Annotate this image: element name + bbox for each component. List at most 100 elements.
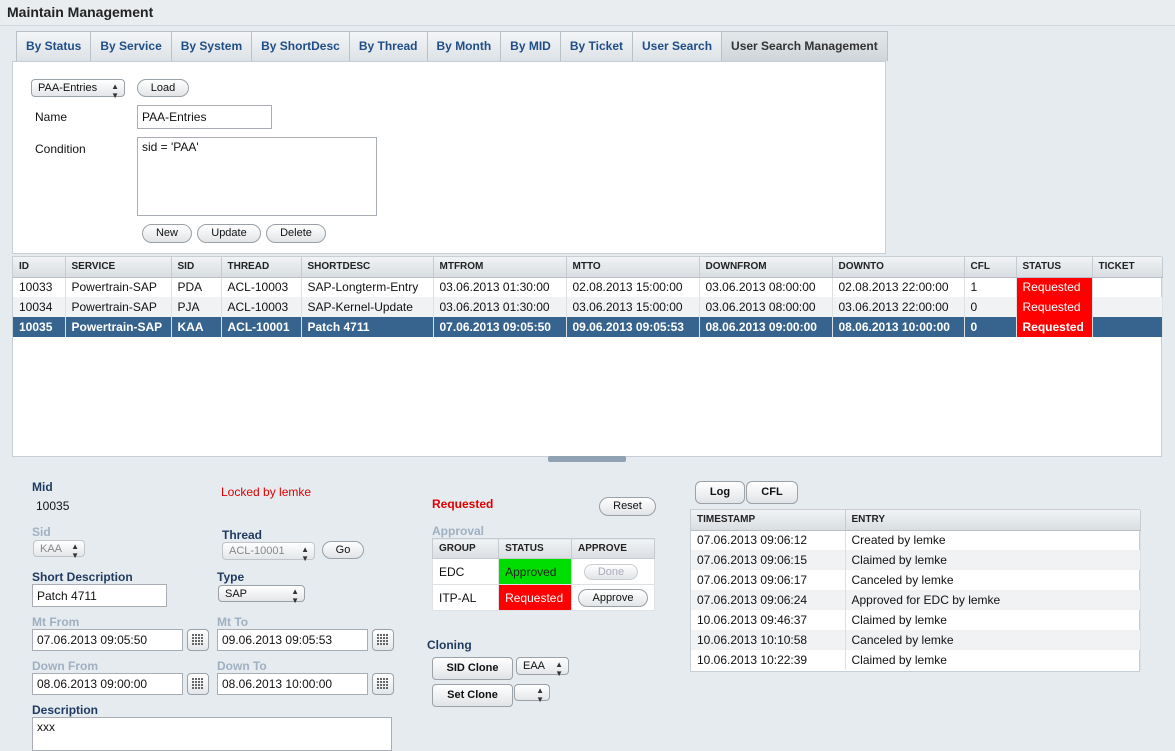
sid-select[interactable]: KAA ▲ ▼ xyxy=(33,540,85,560)
set-clone-button[interactable]: Set Clone xyxy=(432,684,513,707)
reset-button[interactable]: Reset xyxy=(599,497,656,516)
column-header[interactable]: DOWNTO xyxy=(832,257,965,278)
table-row[interactable]: 07.06.2013 09:06:12 Created by lemke xyxy=(691,530,1141,550)
downto-input[interactable] xyxy=(217,673,368,695)
cell-mtto: 09.06.2013 09:05:53 xyxy=(566,317,700,337)
sid-clone-select[interactable]: EAA ▲ ▼ xyxy=(516,657,569,678)
approve-button[interactable]: Approve xyxy=(577,588,648,607)
log-entry: Claimed by lemke xyxy=(845,650,1141,670)
table-row[interactable]: 10.06.2013 09:46:37 Claimed by lemke xyxy=(691,610,1141,630)
tab-by-system[interactable]: By System xyxy=(171,32,253,61)
tab-by-status[interactable]: By Status xyxy=(17,32,92,61)
approval-table: GROUP STATUS APPROVE EDC Approved Done I… xyxy=(431,538,656,611)
tab-by-shortdesc[interactable]: By ShortDesc xyxy=(252,32,350,61)
cell-thread: ACL-10003 xyxy=(221,277,302,297)
cell-id: 10033 xyxy=(13,277,66,297)
calendar-icon[interactable] xyxy=(372,673,394,695)
description-label: Description xyxy=(32,703,99,717)
tab-cfl[interactable]: CFL xyxy=(746,481,798,504)
tab-by-thread[interactable]: By Thread xyxy=(349,32,428,61)
calendar-icon[interactable] xyxy=(187,629,209,651)
cell-cfl: 0 xyxy=(964,317,1017,337)
calendar-icon[interactable] xyxy=(187,673,209,695)
column-header[interactable]: STATUS xyxy=(1016,257,1093,278)
column-header[interactable]: SID xyxy=(171,257,222,278)
table-row[interactable]: 10034 Powertrain-SAP PJA ACL-10003 SAP-K… xyxy=(13,297,1163,317)
table-row-selected[interactable]: 10035 Powertrain-SAP KAA ACL-10001 Patch… xyxy=(13,317,1163,337)
mtto-input[interactable] xyxy=(217,629,368,651)
update-button[interactable]: Update xyxy=(197,224,261,243)
status-badge: Requested xyxy=(1016,277,1093,297)
column-header[interactable]: SHORTDESC xyxy=(301,257,434,278)
log-entry: Canceled by lemke xyxy=(845,570,1141,590)
tab-by-mid[interactable]: By MID xyxy=(501,32,561,61)
cell-mtto: 02.08.2013 15:00:00 xyxy=(566,277,700,297)
table-row[interactable]: 07.06.2013 09:06:15 Claimed by lemke xyxy=(691,550,1141,570)
table-row[interactable]: 10033 Powertrain-SAP PDA ACL-10003 SAP-L… xyxy=(13,277,1163,297)
column-header[interactable]: ENTRY xyxy=(845,510,1141,531)
name-input[interactable] xyxy=(137,105,272,129)
table-row[interactable]: 07.06.2013 09:06:17 Canceled by lemke xyxy=(691,570,1141,590)
load-button[interactable]: Load xyxy=(137,79,189,97)
column-header[interactable]: SERVICE xyxy=(65,257,172,278)
new-button[interactable]: New xyxy=(142,224,192,243)
status-badge: Approved xyxy=(498,558,572,585)
cell-downto: 02.08.2013 22:00:00 xyxy=(832,277,965,297)
calendar-icon[interactable] xyxy=(372,629,394,651)
set-clone-select[interactable]: ▲ ▼ xyxy=(514,684,550,704)
cell-thread: ACL-10003 xyxy=(221,297,302,317)
mtfrom-input[interactable] xyxy=(32,629,183,651)
tab-by-service[interactable]: By Service xyxy=(91,32,172,61)
cell-service: Powertrain-SAP xyxy=(65,277,172,297)
condition-textarea[interactable]: sid = 'PAA' xyxy=(137,137,377,216)
done-button[interactable]: Done xyxy=(583,563,638,580)
table-row: ITP-AL Requested Approve xyxy=(431,584,656,611)
column-header[interactable]: MTFROM xyxy=(433,257,567,278)
tab-user-search-management[interactable]: User Search Management xyxy=(722,32,887,61)
mid-value: 10035 xyxy=(36,499,70,513)
mtto-label: Mt To xyxy=(217,615,249,629)
delete-button[interactable]: Delete xyxy=(266,224,326,243)
type-label: Type xyxy=(217,570,245,584)
column-header[interactable]: TICKET xyxy=(1092,257,1163,278)
table-row[interactable]: 07.06.2013 09:06:24 Approved for EDC by l… xyxy=(691,590,1141,610)
table-row[interactable]: 10.06.2013 10:22:39 Claimed by lemke xyxy=(691,650,1141,670)
cell-mtto: 03.06.2013 15:00:00 xyxy=(566,297,700,317)
table-row[interactable]: 10.06.2013 10:10:58 Canceled by lemke xyxy=(691,630,1141,650)
column-header[interactable]: MTTO xyxy=(566,257,700,278)
column-header: APPROVE xyxy=(570,538,656,559)
cell-ticket xyxy=(1092,277,1163,297)
column-header: STATUS xyxy=(498,538,572,559)
type-select-value: SAP xyxy=(225,588,248,600)
splitter-handle[interactable] xyxy=(548,456,626,462)
type-select[interactable]: SAP ▲ ▼ xyxy=(218,585,305,605)
shortdesc-input[interactable] xyxy=(32,584,167,607)
thread-select[interactable]: ACL-10001 ▲ ▼ xyxy=(222,542,315,563)
downfrom-input[interactable] xyxy=(32,673,183,695)
column-header[interactable]: TIMESTAMP xyxy=(691,510,846,531)
cell-downto: 08.06.2013 10:00:00 xyxy=(832,317,965,337)
search-tabs: By Status By Service By System By ShortD… xyxy=(16,31,888,61)
go-button[interactable]: Go xyxy=(322,541,364,559)
column-header[interactable]: DOWNFROM xyxy=(699,257,833,278)
cloning-label: Cloning xyxy=(427,638,472,652)
cell-downto: 03.06.2013 22:00:00 xyxy=(832,297,965,317)
tab-by-ticket[interactable]: By Ticket xyxy=(560,32,633,61)
column-header[interactable]: THREAD xyxy=(221,257,302,278)
cell-ticket xyxy=(1092,317,1163,337)
downto-label: Down To xyxy=(217,659,267,673)
saved-search-select[interactable]: PAA-Entries ▲ ▼ xyxy=(31,79,125,100)
tab-user-search[interactable]: User Search xyxy=(632,32,723,61)
log-table: TIMESTAMP ENTRY 07.06.2013 09:06:12 Creat… xyxy=(690,509,1141,672)
cell-service: Powertrain-SAP xyxy=(65,297,172,317)
tab-log[interactable]: Log xyxy=(695,481,745,504)
column-header[interactable]: CFL xyxy=(964,257,1017,278)
column-header[interactable]: ID xyxy=(13,257,66,278)
log-entry: Created by lemke xyxy=(845,530,1141,550)
mtfrom-label: Mt From xyxy=(32,615,80,629)
sid-clone-button[interactable]: SID Clone xyxy=(432,657,513,680)
tab-by-month[interactable]: By Month xyxy=(427,32,502,61)
description-textarea[interactable]: xxx xyxy=(32,717,392,751)
log-timestamp: 10.06.2013 10:22:39 xyxy=(691,650,846,670)
cell-id: 10034 xyxy=(13,297,66,317)
